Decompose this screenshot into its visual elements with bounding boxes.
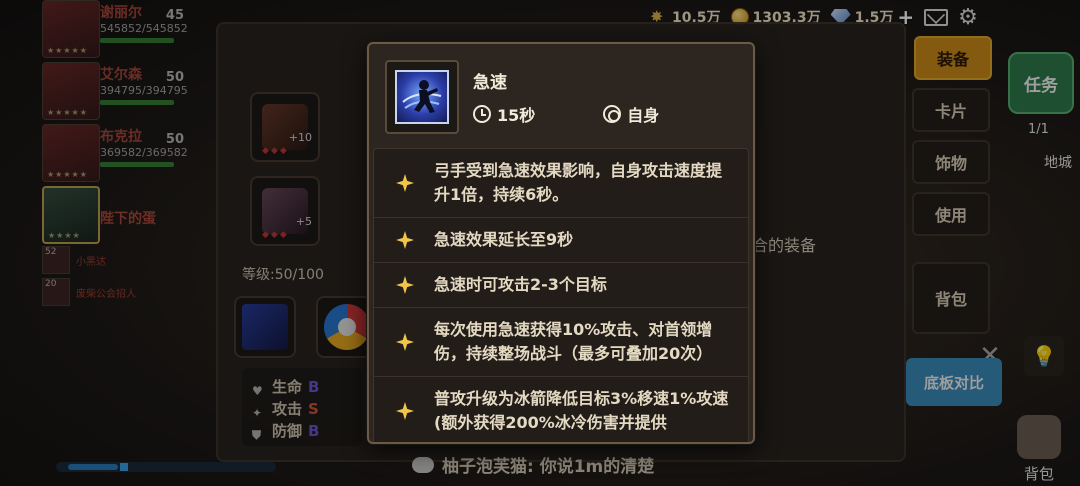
sparkle-icon — [396, 402, 414, 420]
tab-cards[interactable]: 卡片 — [912, 88, 990, 132]
stat-attack: ✦ 攻击 S — [252, 400, 319, 420]
star-rating: ★★★★★ — [47, 46, 88, 55]
gem-sockets: ◆◆◆ — [262, 230, 289, 240]
lightbulb-icon[interactable]: 💡 — [1024, 336, 1064, 376]
member-name: 艾尔森 — [100, 67, 142, 83]
haste-skill-icon — [395, 70, 449, 124]
member-name: 布克拉 — [100, 129, 142, 145]
member-level: 50 — [165, 70, 184, 85]
skill-meta: 15秒 自身 — [473, 102, 659, 126]
heart-icon: ♥ — [252, 384, 263, 398]
star-rating: ★★★★★ — [47, 170, 88, 179]
skill-target: 自身 — [603, 102, 659, 126]
clock-icon — [473, 105, 491, 123]
party-list: ★★★★★ 45 谢丽尔 545852/545852 ★★★★★ 50 艾尔森 … — [42, 0, 188, 306]
enhance-level: +5 — [295, 215, 312, 228]
sword-icon: ✦ — [252, 406, 263, 420]
member-name: 陛下的蛋 — [100, 211, 156, 227]
tab-use[interactable]: 使用 — [912, 192, 990, 236]
avatar: ★★★★ — [42, 186, 100, 244]
tab-accessories[interactable]: 饰物 — [912, 140, 990, 184]
member-name: 小黑达 — [76, 256, 106, 268]
list-item: 急速时可攻击2-3个目标 — [374, 263, 748, 308]
chat-line[interactable]: 柚子泡芙猫: 你说1m的清楚 — [412, 452, 654, 477]
backpack-icon — [1017, 415, 1061, 459]
enhance-level: +10 — [288, 131, 312, 144]
avatar: 20 — [42, 278, 70, 306]
list-item: 急速效果延长至9秒 — [374, 218, 748, 263]
party-member-small[interactable]: 52 小黑达 — [42, 246, 182, 274]
task-button[interactable]: 任务 — [1008, 52, 1074, 114]
tab-equipment[interactable]: 装备 — [914, 36, 992, 80]
target-icon — [603, 105, 622, 123]
task-count: 1/1 — [1028, 122, 1049, 137]
avatar: ★★★★★ — [42, 0, 100, 58]
chat-scrollbar[interactable] — [56, 462, 276, 472]
skill-duration: 15秒 — [473, 102, 535, 126]
member-name: 谢丽尔 — [100, 5, 142, 21]
region-label[interactable]: 地城 — [1044, 152, 1072, 172]
skill-name: 急速 — [473, 73, 507, 93]
sparkle-icon — [396, 174, 414, 192]
tab-bag[interactable]: 背包 — [912, 262, 990, 334]
level-text: 等级:50/100 — [242, 267, 324, 283]
backpack-label: 背包 — [1023, 465, 1054, 483]
avatar: ★★★★★ — [42, 62, 100, 120]
star-rating: ★★★★ — [48, 231, 81, 240]
chat-bubble-icon — [412, 456, 434, 473]
gem-sockets: ◆◆◆ — [262, 146, 289, 156]
sparkle-icon — [396, 276, 414, 294]
party-member-selected[interactable]: ★★★★ 陛下的蛋 — [42, 186, 182, 248]
stat-defense: ⛊ 防御 B — [252, 422, 320, 442]
party-member-small[interactable]: 20 废柴公会招人 — [42, 278, 182, 306]
hp-bar — [100, 38, 174, 43]
avatar: ★★★★★ — [42, 124, 100, 182]
member-hp: 545852/545852 — [100, 22, 188, 35]
hp-bar — [100, 162, 174, 167]
sparkle-icon — [396, 333, 414, 351]
weapon-slot[interactable]: +10 ◆◆◆ — [250, 92, 320, 162]
member-name: 废柴公会招人 — [76, 288, 136, 300]
member-hp: 394795/394795 — [100, 84, 188, 97]
party-member[interactable]: ★★★★★ 45 谢丽尔 545852/545852 — [42, 0, 188, 62]
list-item: 普攻升级为冰箭降低目标3%移速1%攻速(额外获得200%冰冷伤害并提供 — [374, 377, 748, 442]
armor-slot[interactable]: +5 ◆◆◆ — [250, 176, 320, 246]
avatar: 52 — [42, 246, 70, 274]
shield-icon: ⛊ — [252, 428, 262, 442]
backpack-button[interactable]: 背包 — [1008, 408, 1070, 484]
star-rating: ★★★★★ — [47, 108, 88, 117]
member-level: 50 — [165, 132, 184, 147]
skill-icon-frame — [385, 60, 459, 134]
skill-tooltip: 急速 15秒 自身 弓手受到急速效果影响，自身攻击速度提升1倍，持续6秒。 急速… — [367, 42, 755, 444]
gear-icon[interactable]: ⚙ — [958, 5, 978, 30]
unequipped-hint: 合的装备 — [752, 236, 817, 255]
sparkle-icon — [396, 231, 414, 249]
list-item: 每次使用急速获得10%攻击、对首领增伤，持续整场战斗（最多可叠加20次） — [374, 308, 748, 377]
list-item: 弓手受到急速效果影响，自身攻击速度提升1倍，持续6秒。 — [374, 149, 748, 218]
hp-bar — [100, 100, 174, 105]
chat-message: 柚子泡芙猫: 你说1m的清楚 — [442, 457, 655, 477]
member-hp: 369582/369582 — [100, 146, 188, 159]
tooltip-header: 急速 15秒 自身 — [369, 44, 753, 144]
mail-icon[interactable] — [924, 8, 949, 26]
member-level: 45 — [165, 8, 184, 23]
stat-hp: ♥ 生命 B — [252, 378, 320, 398]
party-member[interactable]: ★★★★★ 50 布克拉 369582/369582 — [42, 124, 188, 186]
stat-grades: ♥ 生命 B ✦ 攻击 S ⛊ 防御 B — [242, 368, 362, 446]
compare-button[interactable]: 底板对比 — [906, 358, 1002, 406]
skill-haste-icon[interactable] — [234, 296, 296, 358]
skill-effects-list: 弓手受到急速效果影响，自身攻击速度提升1倍，持续6秒。 急速效果延长至9秒 急速… — [373, 148, 749, 442]
party-member[interactable]: ★★★★★ 50 艾尔森 394795/394795 — [42, 62, 188, 124]
